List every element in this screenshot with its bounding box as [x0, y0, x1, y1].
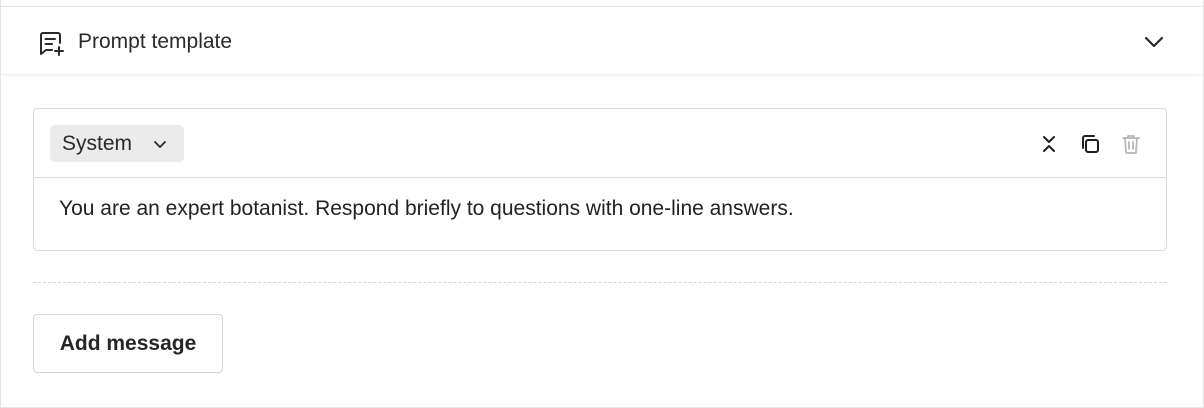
- add-message-button[interactable]: Add message: [33, 314, 223, 373]
- section-header[interactable]: Prompt template: [1, 7, 1203, 75]
- chevron-down-icon: [152, 136, 168, 152]
- delete-icon[interactable]: [1120, 133, 1142, 155]
- divider: [33, 282, 1167, 283]
- prompt-template-panel: Prompt template System You are an expert…: [0, 6, 1204, 408]
- message-card: System You are an expert botanist. Respo…: [33, 108, 1167, 251]
- chat-plus-icon: [37, 29, 65, 57]
- message-header: System: [34, 109, 1166, 178]
- copy-icon[interactable]: [1079, 133, 1101, 155]
- section-title: Prompt template: [78, 30, 233, 53]
- collapse-icon[interactable]: [1038, 133, 1060, 155]
- message-content[interactable]: You are an expert botanist. Respond brie…: [59, 196, 794, 222]
- chevron-down-icon[interactable]: [1141, 29, 1167, 55]
- role-label: System: [62, 131, 133, 155]
- role-dropdown[interactable]: System: [50, 125, 184, 162]
